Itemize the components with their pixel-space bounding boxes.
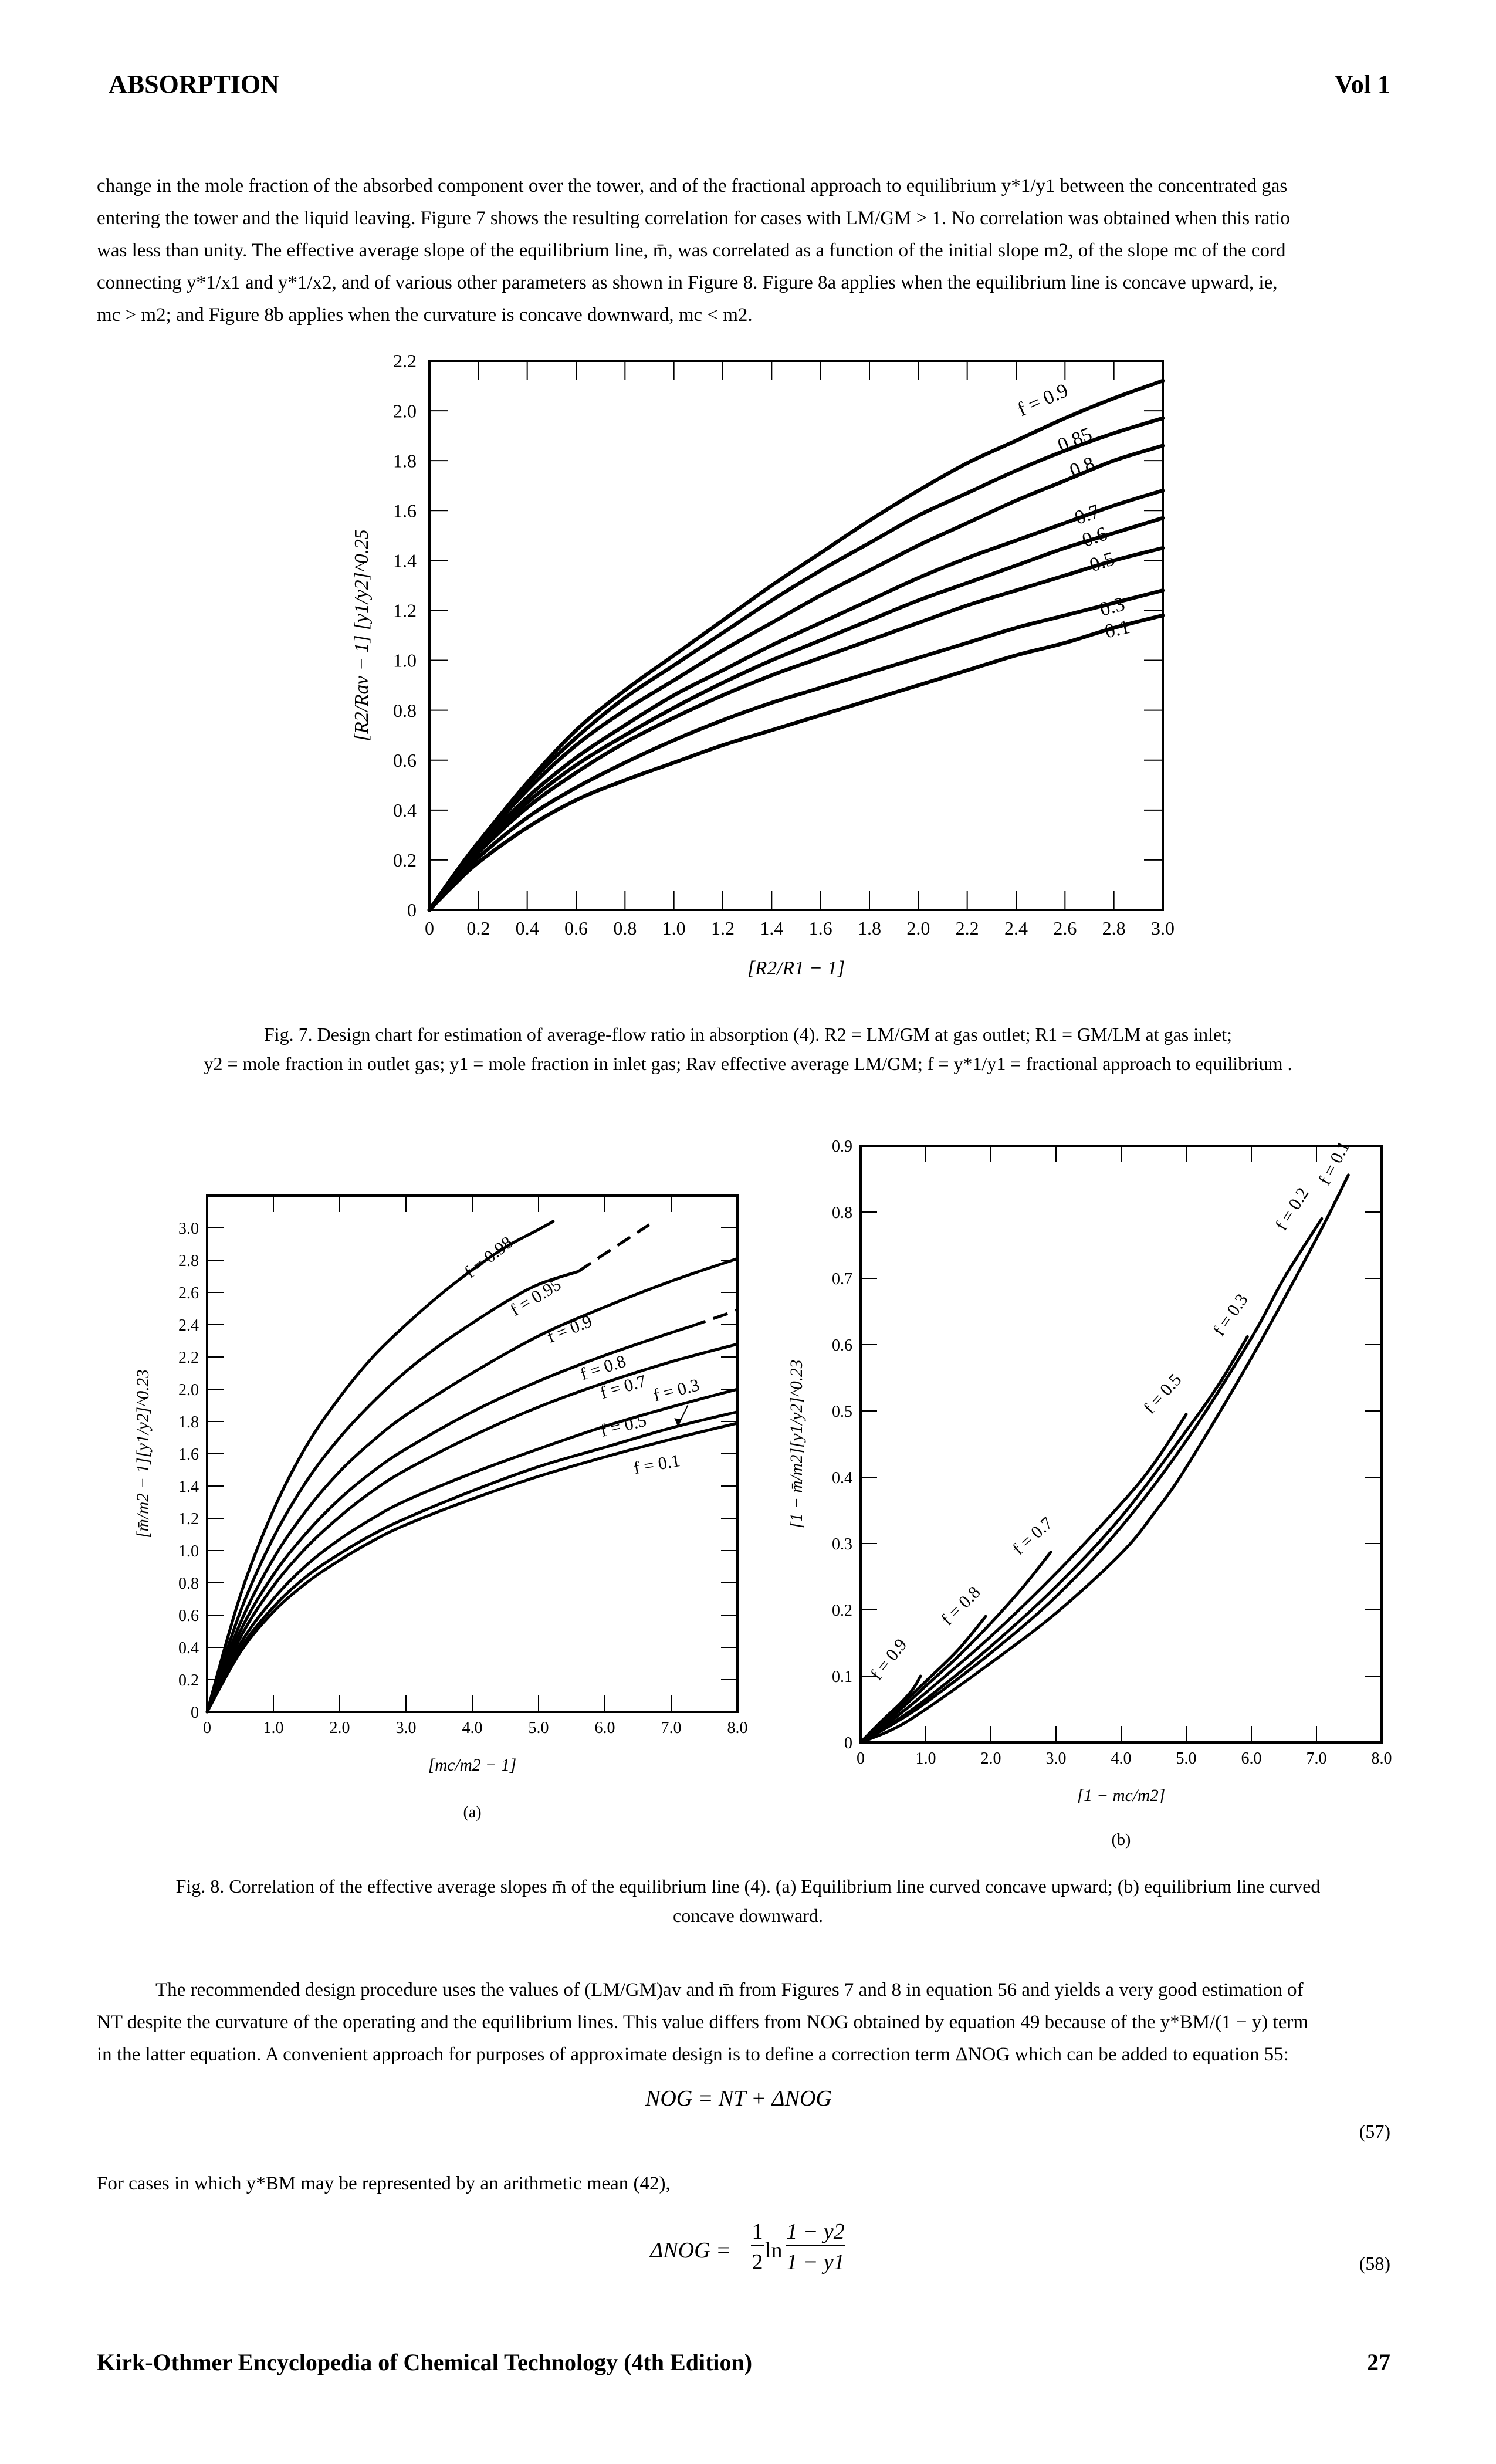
plot-frame (859, 1145, 1383, 1744)
x-tick-label: 0 (857, 1749, 865, 1768)
arith-mean-line: For cases in which y*BM may be represent… (97, 2173, 671, 2194)
body-line: The recommended design procedure uses th… (155, 1979, 1304, 2001)
curve-label: f = 0.9 (867, 1635, 911, 1684)
y-tick-label: 0.3 (832, 1535, 852, 1553)
body-line: NT despite the curvature of the operatin… (97, 2012, 1308, 2033)
curve-label: f = 0.3 (1209, 1290, 1252, 1339)
equation-58-number: (58) (1359, 2253, 1390, 2274)
x-axis-title: [1 − mc/m2] (1077, 1786, 1165, 1805)
series-line (859, 1173, 1350, 1744)
y-tick-label: 0.9 (832, 1138, 852, 1156)
x-tick-label: 2.0 (981, 1749, 1001, 1768)
footer-page-number: 27 (1367, 2349, 1390, 2375)
equation-58-ln: ln (765, 2238, 783, 2263)
y-axis-title: [1 − m̄/m2][y1/y2]^0.23 (787, 1360, 806, 1529)
x-tick-label: 7.0 (1307, 1749, 1327, 1768)
y-tick-label: 0 (844, 1734, 852, 1752)
y-tick-label: 0.7 (832, 1270, 852, 1288)
y-tick-label: 0.1 (832, 1668, 852, 1686)
body-paragraph: The recommended design procedure uses th… (97, 1974, 1399, 2071)
x-tick-label: 1.0 (916, 1749, 936, 1768)
figure-8-caption: Fig. 8. Correlation of the effective ave… (0, 1871, 1496, 1930)
x-tick-label: 8.0 (1372, 1749, 1392, 1768)
footer-source: Kirk-Othmer Encyclopedia of Chemical Tec… (97, 2349, 753, 2375)
curve-label: f = 0.8 (937, 1583, 984, 1629)
equation-57-number: (57) (1359, 2121, 1390, 2142)
chart-subtitle: (b) (1112, 1831, 1131, 1849)
curve-label: f = 0.5 (1140, 1370, 1186, 1417)
curve-label: f = 0.2 (1272, 1184, 1313, 1234)
x-tick-label: 5.0 (1176, 1749, 1197, 1768)
equation-58-half-num: 1 (751, 2219, 764, 2246)
y-tick-label: 0.5 (832, 1403, 852, 1421)
equation-57: NOG = NT + ΔNOG (645, 2086, 832, 2111)
x-tick-label: 4.0 (1111, 1749, 1132, 1768)
equation-58-denominator: 1 − y1 (786, 2250, 845, 2275)
y-tick-label: 0.4 (832, 1469, 852, 1487)
x-tick-label: 3.0 (1046, 1749, 1067, 1768)
body-line: in the latter equation. A convenient app… (97, 2044, 1289, 2065)
figure-8-caption-line: Fig. 8. Correlation of the effective ave… (175, 1876, 1321, 1897)
equation-58-numerator: 1 − y2 (786, 2219, 845, 2246)
y-tick-label: 0.8 (832, 1204, 852, 1222)
figure-8-caption-line: concave downward. (673, 1905, 823, 1926)
x-tick-label: 6.0 (1241, 1749, 1262, 1768)
y-tick-label: 0.6 (832, 1336, 852, 1355)
y-tick-label: 0.2 (832, 1602, 852, 1620)
equation-58-half-den: 2 (752, 2250, 763, 2275)
equation-58-lhs: ΔNOG = (650, 2238, 731, 2263)
figure-8b-chart: 0 1.0 2.0 3.0 4.0 5.0 6.0 7.0 8.0 0 0.1 0.2 0.3 0.4 0.… (787, 1138, 1392, 1849)
series-line (859, 1217, 1324, 1744)
